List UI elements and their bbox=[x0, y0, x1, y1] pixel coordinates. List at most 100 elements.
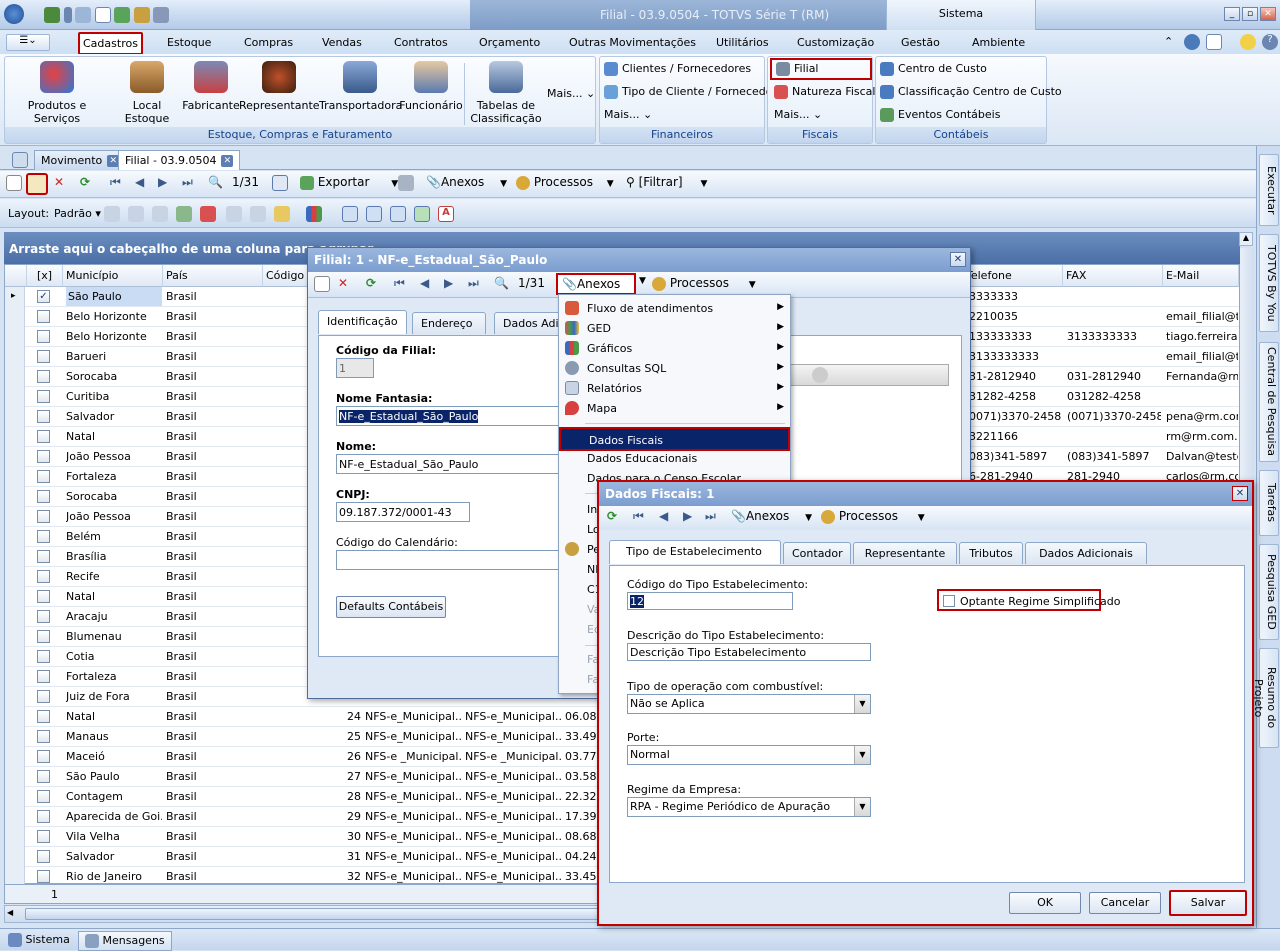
delete-icon[interactable]: ✕ bbox=[338, 276, 348, 290]
refresh-icon[interactable]: ⟳ bbox=[80, 175, 90, 189]
globe-icon[interactable] bbox=[44, 7, 60, 23]
defaults-contabeis-button[interactable]: Defaults Contábeis bbox=[336, 596, 446, 618]
local-estoque-button[interactable]: Local Estoque bbox=[109, 61, 185, 125]
last-record-icon[interactable]: ⏭ bbox=[705, 509, 716, 524]
layout-select[interactable]: Padrão ▾ bbox=[54, 207, 101, 220]
new-icon[interactable] bbox=[314, 276, 330, 292]
view-normal-icon[interactable] bbox=[342, 206, 358, 222]
anexos-button[interactable]: 📎Anexos ▼ bbox=[731, 509, 812, 523]
next-record-icon[interactable]: ▶ bbox=[444, 276, 453, 290]
close-icon[interactable]: ✕ bbox=[221, 155, 234, 167]
sidebar-resumo-projeto[interactable]: Resumo do Projeto bbox=[1252, 648, 1279, 748]
window-layout-icon[interactable] bbox=[1206, 34, 1222, 50]
next-record-icon[interactable]: ▶ bbox=[158, 175, 167, 189]
windows-list-icon[interactable] bbox=[12, 152, 28, 168]
tab-gestao[interactable]: Gestão bbox=[901, 36, 940, 49]
tab-tributos[interactable]: Tributos bbox=[959, 542, 1023, 564]
row-checkbox[interactable] bbox=[37, 370, 50, 383]
sidebar-central-pesquisa[interactable]: Central de Pesquisa bbox=[1259, 342, 1279, 462]
sidebar-totvs-by-you[interactable]: TOTVS By You bbox=[1259, 234, 1279, 332]
row-checkbox[interactable] bbox=[37, 350, 50, 363]
row-checkbox[interactable] bbox=[37, 510, 50, 523]
minimize-icon[interactable]: _ bbox=[1224, 7, 1240, 21]
tab-ambiente[interactable]: Ambiente bbox=[972, 36, 1025, 49]
grid-scroll-up-icon[interactable]: ▲ bbox=[1239, 232, 1253, 246]
representante-button[interactable]: Representante bbox=[239, 61, 320, 112]
tab-dados-adicionais[interactable]: Dados Adicionais bbox=[1025, 542, 1147, 564]
codigo-tipo-field[interactable]: 12 bbox=[627, 592, 793, 610]
cancelar-button[interactable]: Cancelar bbox=[1089, 892, 1161, 914]
anexos-dropdown-icon[interactable]: ▼ bbox=[639, 276, 646, 286]
mais-financeiros-button[interactable]: Mais... ⌄ bbox=[604, 108, 652, 121]
window-icon[interactable] bbox=[75, 7, 91, 23]
menu-graficos[interactable]: Gráficos ▶ bbox=[559, 339, 790, 359]
row-checkbox[interactable] bbox=[37, 650, 50, 663]
row-checkbox[interactable] bbox=[37, 410, 50, 423]
transportadora-button[interactable]: Transportadora bbox=[319, 61, 402, 112]
row-checkbox[interactable] bbox=[37, 790, 50, 803]
cnpj-field[interactable]: 09.187.372/0001-43 bbox=[336, 502, 470, 522]
menu-dados-fiscais[interactable]: Dados Fiscais bbox=[559, 427, 790, 451]
first-record-icon[interactable]: ⏮ bbox=[633, 509, 644, 524]
natureza-fiscal-button[interactable]: Natureza Fiscal bbox=[774, 85, 875, 99]
app-logo-icon[interactable] bbox=[4, 4, 24, 24]
chart-icon[interactable] bbox=[306, 206, 322, 222]
sum-icon[interactable] bbox=[250, 206, 266, 222]
row-checkbox[interactable] bbox=[37, 450, 50, 463]
layout-load-icon[interactable] bbox=[152, 206, 168, 222]
tab-cadastros[interactable]: Cadastros bbox=[78, 32, 143, 55]
row-checkbox[interactable] bbox=[37, 850, 50, 863]
row-checkbox[interactable]: ✓ bbox=[37, 290, 50, 303]
first-record-icon[interactable]: ⏮ bbox=[110, 175, 121, 190]
filtrar-button[interactable]: ⚲ [Filtrar] ▼ bbox=[626, 175, 707, 189]
row-checkbox[interactable] bbox=[37, 670, 50, 683]
scroll-left-icon[interactable]: ◀ bbox=[7, 908, 13, 917]
highlight-icon[interactable] bbox=[274, 206, 290, 222]
tab-endereco[interactable]: Endereço bbox=[412, 312, 486, 334]
processos-button[interactable]: Processos ▼ bbox=[516, 175, 614, 190]
col-fax[interactable]: FAX bbox=[1063, 265, 1163, 287]
menu-dados-educacionais[interactable]: Dados Educacionais bbox=[559, 449, 790, 469]
edit-icon[interactable] bbox=[26, 173, 48, 195]
row-checkbox[interactable] bbox=[37, 610, 50, 623]
row-checkbox[interactable] bbox=[37, 870, 50, 883]
menu-consultas-sql[interactable]: Consultas SQL ▶ bbox=[559, 359, 790, 379]
columns-icon[interactable] bbox=[226, 206, 242, 222]
next-record-icon[interactable]: ▶ bbox=[683, 509, 692, 523]
lightbulb-icon[interactable] bbox=[1240, 34, 1256, 50]
row-checkbox[interactable] bbox=[37, 550, 50, 563]
row-checkbox[interactable] bbox=[37, 570, 50, 583]
status-sistema[interactable]: Sistema bbox=[8, 933, 70, 947]
first-record-icon[interactable]: ⏮ bbox=[394, 276, 405, 291]
mais-fiscais-button[interactable]: Mais... ⌄ bbox=[774, 108, 822, 121]
filial-button[interactable]: Filial bbox=[770, 58, 872, 80]
system-tab[interactable]: Sistema bbox=[886, 0, 1036, 30]
last-record-icon[interactable]: ⏭ bbox=[468, 276, 479, 291]
menu-mapa[interactable]: Mapa ▶ bbox=[559, 399, 790, 419]
col-telefone[interactable]: Telefone bbox=[963, 265, 1063, 287]
produtos-servicos-button[interactable]: Produtos e Serviços bbox=[7, 61, 107, 125]
porte-select[interactable]: Normal ▼ bbox=[627, 745, 871, 765]
dropdown-icon[interactable] bbox=[63, 7, 72, 23]
chevron-down-icon[interactable]: ▼ bbox=[854, 695, 870, 713]
close-icon[interactable]: ✕ bbox=[950, 252, 966, 267]
tab-vendas[interactable]: Vendas bbox=[322, 36, 362, 49]
sidebar-executar[interactable]: Executar bbox=[1259, 154, 1279, 226]
search-icon[interactable]: 🔍 bbox=[494, 276, 509, 290]
calendario-field[interactable] bbox=[336, 550, 566, 570]
doc-tab-movimento[interactable]: Movimento ✕ bbox=[34, 150, 127, 170]
menu-ged[interactable]: GED ▶ bbox=[559, 319, 790, 339]
layout-home-icon[interactable] bbox=[200, 206, 216, 222]
ok-button[interactable]: OK bbox=[1009, 892, 1081, 914]
processos-button[interactable]: Processos ▼ bbox=[821, 509, 925, 524]
clientes-fornecedores-button[interactable]: Clientes / Fornecedores bbox=[604, 62, 751, 76]
tab-tipo-estabelecimento[interactable]: Tipo de Estabelecimento bbox=[609, 540, 781, 564]
col-email[interactable]: E-Mail bbox=[1163, 265, 1239, 287]
status-mensagens[interactable]: Mensagens bbox=[78, 931, 172, 951]
regime-select[interactable]: RPA - Regime Periódico de Apuração ▼ bbox=[627, 797, 871, 817]
row-checkbox[interactable] bbox=[37, 770, 50, 783]
optante-regime-checkbox[interactable]: Optante Regime Simplificado bbox=[937, 589, 1120, 611]
row-checkbox[interactable] bbox=[37, 710, 50, 723]
help-icon[interactable]: ? bbox=[1262, 34, 1278, 50]
col-municipio[interactable]: Município bbox=[63, 265, 163, 287]
